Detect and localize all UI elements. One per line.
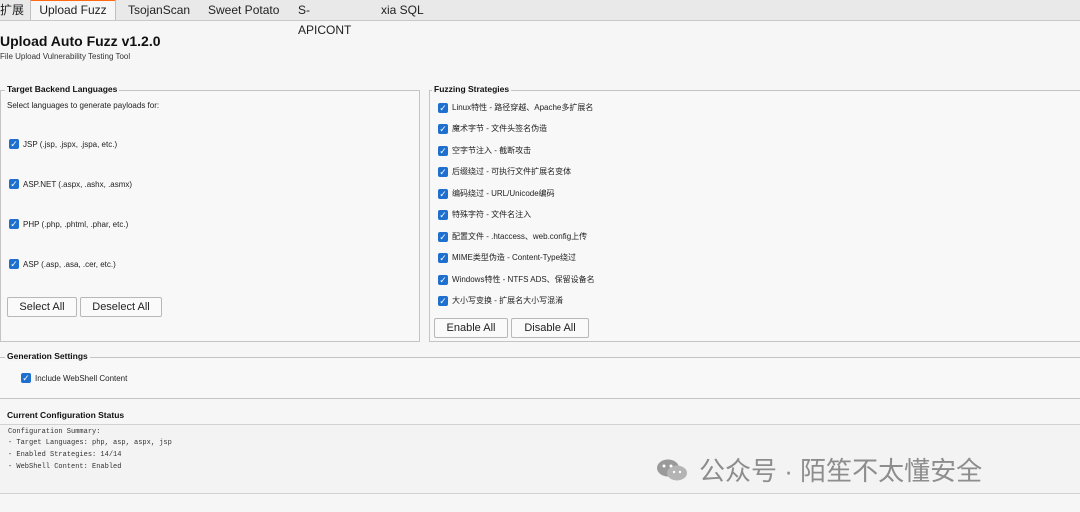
strategy-label: 编码绕过 - URL/Unicode编码 (452, 189, 555, 198)
checkbox-checked-icon[interactable]: ✓ (21, 373, 31, 383)
checkbox-checked-icon[interactable]: ✓ (438, 274, 448, 285)
strategy-label: 配置文件 - .htaccess、web.config上传 (452, 232, 588, 241)
tab-xia-sql[interactable]: xia SQL (381, 0, 425, 20)
generation-group-title: Generation Settings (5, 351, 90, 361)
include-webshell-checkbox[interactable]: ✓ Include WebShell Content (21, 373, 127, 383)
tab-sweet-potato[interactable]: Sweet Potato (208, 0, 280, 20)
tab-s-apicont[interactable]: S-APICONT (298, 0, 362, 37)
status-line: Configuration Summary: (8, 428, 101, 436)
status-line: - Enabled Strategies: 14/14 (8, 451, 122, 459)
status-line: - WebShell Content: Enabled (8, 463, 122, 471)
checkbox-checked-icon[interactable]: ✓ (438, 102, 448, 113)
languages-instruction: Select languages to generate payloads fo… (7, 101, 160, 110)
enable-all-button[interactable]: Enable All (434, 318, 508, 338)
language-option-asp[interactable]: ✓ ASP (.asp, .asa, .cer, etc.) (9, 259, 116, 269)
tab-extensions[interactable]: 扩展 (0, 0, 24, 20)
checkbox-checked-icon[interactable]: ✓ (438, 188, 448, 199)
strategy-label: MIME类型伪造 - Content-Type绕过 (452, 253, 577, 262)
checkbox-checked-icon[interactable]: ✓ (438, 295, 448, 306)
language-label: JSP (.jsp, .jspx, .jspa, etc.) (23, 139, 118, 149)
disable-all-button[interactable]: Disable All (511, 318, 589, 338)
tab-upload-fuzz[interactable]: Upload Fuzz (30, 0, 116, 20)
checkbox-checked-icon[interactable]: ✓ (9, 259, 19, 269)
strategy-option[interactable]: ✓ 编码绕过 - URL/Unicode编码 (438, 188, 555, 199)
strategy-option[interactable]: ✓ Linux特性 - 路径穿越、Apache多扩展名 (438, 102, 593, 113)
strategy-label: 特殊字符 - 文件名注入 (452, 210, 532, 219)
status-group-title: Current Configuration Status (5, 410, 127, 420)
language-option-jsp[interactable]: ✓ JSP (.jsp, .jspx, .jspa, etc.) (9, 139, 117, 149)
checkbox-checked-icon[interactable]: ✓ (438, 252, 448, 263)
strategy-option[interactable]: ✓ 特殊字符 - 文件名注入 (438, 209, 531, 220)
strategy-option[interactable]: ✓ 魔术字节 - 文件头签名伪造 (438, 123, 547, 134)
strategy-option[interactable]: ✓ 空字节注入 - 截断攻击 (438, 145, 531, 156)
strategy-label: 空字节注入 - 截断攻击 (452, 146, 532, 155)
language-option-aspnet[interactable]: ✓ ASP.NET (.aspx, .ashx, .asmx) (9, 179, 132, 189)
strategy-option[interactable]: ✓ 后缀绕过 - 可执行文件扩展名变体 (438, 166, 571, 177)
generation-group (0, 357, 1080, 399)
checkbox-checked-icon[interactable]: ✓ (9, 219, 19, 229)
strategy-option[interactable]: ✓ Windows特性 - NTFS ADS、保留设备名 (438, 274, 595, 285)
strategy-option[interactable]: ✓ MIME类型伪造 - Content-Type绕过 (438, 252, 576, 263)
strategy-option[interactable]: ✓ 配置文件 - .htaccess、web.config上传 (438, 231, 587, 242)
deselect-all-button[interactable]: Deselect All (80, 297, 162, 317)
strategy-label: Linux特性 - 路径穿越、Apache多扩展名 (452, 103, 594, 112)
checkbox-checked-icon[interactable]: ✓ (438, 145, 448, 156)
checkbox-checked-icon[interactable]: ✓ (438, 231, 448, 242)
strategy-label: 后缀绕过 - 可执行文件扩展名变体 (452, 167, 572, 176)
wechat-icon (657, 459, 687, 480)
checkbox-checked-icon[interactable]: ✓ (438, 123, 448, 134)
tab-bar: 扩展 Upload Fuzz TsojanScan Sweet Potato S… (0, 0, 1080, 37)
select-all-button[interactable]: Select All (7, 297, 77, 317)
page-title: Upload Auto Fuzz v1.2.0 (0, 33, 161, 49)
watermark: 公众号 · 陌笙不太懂安全 (655, 451, 982, 488)
status-line: - Target Languages: php, asp, aspx, jsp (8, 439, 172, 447)
webshell-label: Include WebShell Content (35, 373, 128, 383)
strategy-label: 魔术字节 - 文件头签名伪造 (452, 124, 548, 133)
languages-group-title: Target Backend Languages (5, 84, 120, 94)
watermark-text: 公众号 · 陌笙不太懂安全 (699, 456, 983, 486)
tab-tsojanscan[interactable]: TsojanScan (128, 0, 192, 20)
checkbox-checked-icon[interactable]: ✓ (9, 179, 19, 189)
language-label: ASP.NET (.aspx, .ashx, .asmx) (23, 179, 133, 189)
checkbox-checked-icon[interactable]: ✓ (9, 139, 19, 149)
strategy-label: Windows特性 - NTFS ADS、保留设备名 (452, 275, 595, 284)
language-label: ASP (.asp, .asa, .cer, etc.) (23, 259, 116, 269)
page-subtitle: File Upload Vulnerability Testing Tool (0, 52, 131, 61)
strategies-group-title: Fuzzing Strategies (432, 84, 512, 94)
language-option-php[interactable]: ✓ PHP (.php, .phtml, .phar, etc.) (9, 219, 128, 229)
strategy-option[interactable]: ✓ 大小写变换 - 扩展名大小写混淆 (438, 295, 563, 306)
strategy-label: 大小写变换 - 扩展名大小写混淆 (452, 296, 564, 305)
language-label: PHP (.php, .phtml, .phar, etc.) (23, 219, 129, 229)
checkbox-checked-icon[interactable]: ✓ (438, 209, 448, 220)
checkbox-checked-icon[interactable]: ✓ (438, 166, 448, 177)
